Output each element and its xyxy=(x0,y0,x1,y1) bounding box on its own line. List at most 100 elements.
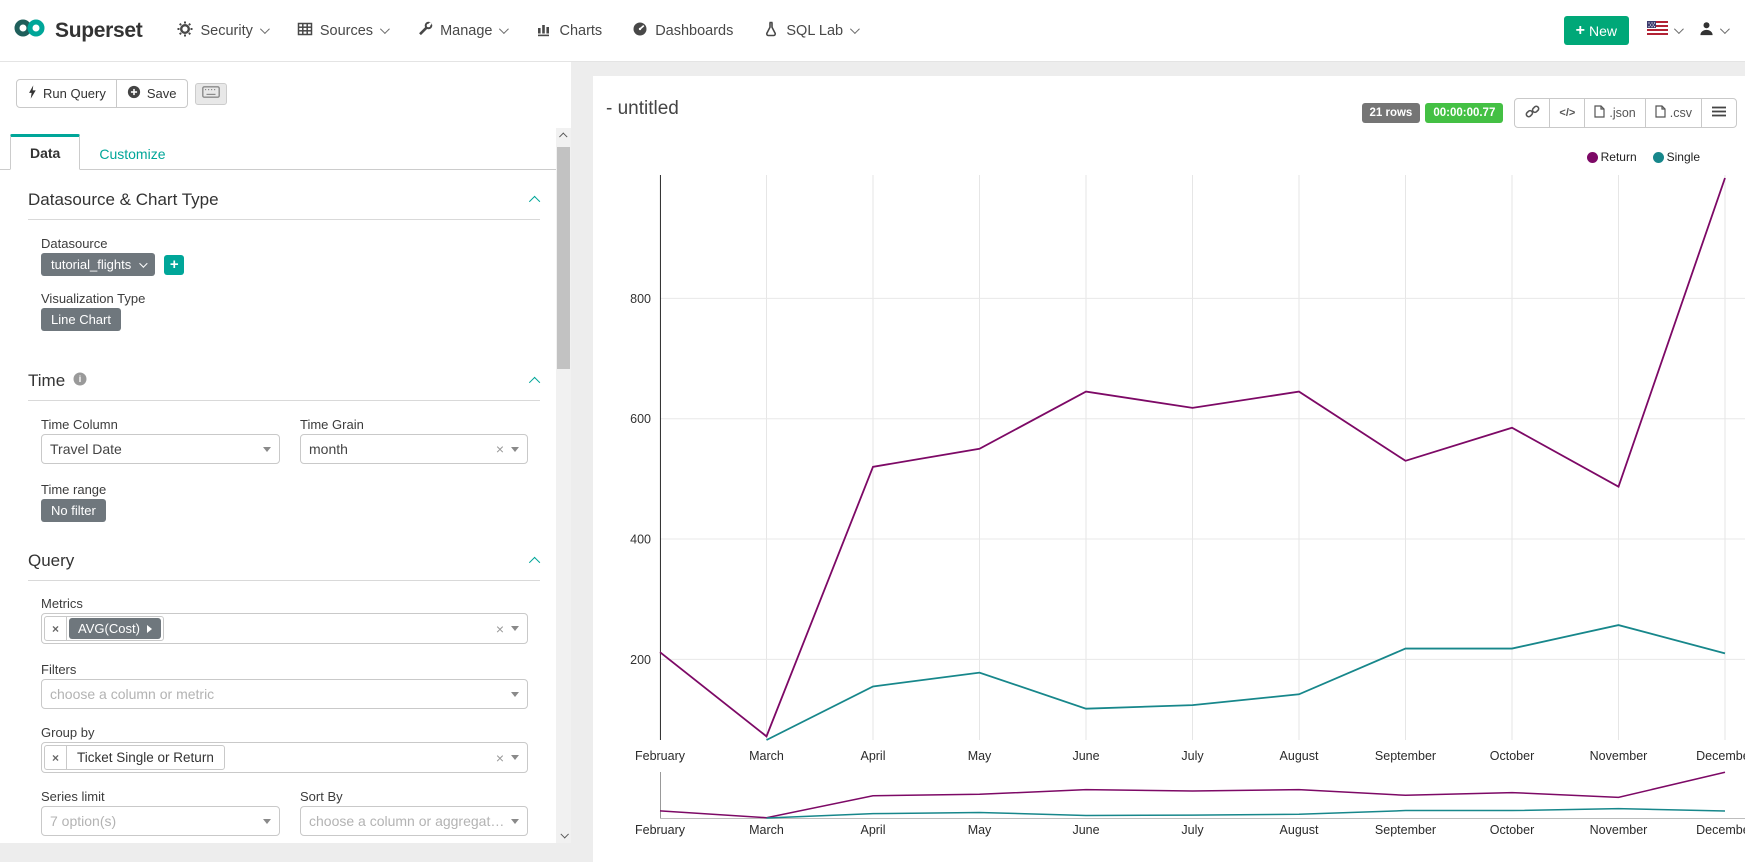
chevron-up-icon xyxy=(529,557,540,568)
viz-type-value-badge[interactable]: Line Chart xyxy=(41,308,121,331)
clear-icon[interactable]: × xyxy=(496,441,504,457)
scrollbar-thumb[interactable] xyxy=(557,147,570,369)
svg-text:April: April xyxy=(860,823,885,837)
nav-label: Charts xyxy=(559,23,602,39)
run-query-button[interactable]: Run Query xyxy=(16,79,117,108)
new-button[interactable]: +New xyxy=(1564,16,1629,45)
export-csv-button[interactable]: .csv xyxy=(1645,98,1702,128)
caret-down-icon xyxy=(511,819,519,824)
datasource-label: Datasource xyxy=(41,236,107,251)
nav-menu: Security Sources xyxy=(162,0,872,61)
svg-text:April: April xyxy=(860,749,885,763)
time-grain-label: Time Grain xyxy=(300,417,528,432)
gears-icon xyxy=(177,21,193,41)
navbar-right: +New xyxy=(1564,16,1745,45)
sort-by-select[interactable]: choose a column or aggregate function xyxy=(300,806,528,836)
metric-chip: × AVG(Cost) xyxy=(44,616,164,641)
export-json-button[interactable]: .json xyxy=(1584,98,1645,128)
svg-text:August: August xyxy=(1280,749,1319,763)
svg-text:July: July xyxy=(1181,823,1204,837)
section-datasource-chart-type[interactable]: Datasource & Chart Type xyxy=(28,190,540,220)
user-menu[interactable] xyxy=(1699,21,1727,41)
query-time-badge: 00:00:00.77 xyxy=(1425,103,1503,123)
nav-label: SQL Lab xyxy=(786,23,843,39)
scroll-up-arrow[interactable] xyxy=(556,128,571,144)
chevron-down-icon xyxy=(499,24,509,34)
bolt-icon xyxy=(27,85,37,102)
nav-item-sources[interactable]: Sources xyxy=(282,0,402,61)
time-column-select[interactable]: Travel Date xyxy=(41,434,280,464)
svg-text:March: March xyxy=(749,823,784,837)
scroll-down-arrow[interactable] xyxy=(556,827,571,843)
nav-item-manage[interactable]: Manage xyxy=(402,0,521,61)
metrics-label: Metrics xyxy=(41,596,83,611)
link-icon xyxy=(1525,104,1540,122)
share-link-button[interactable] xyxy=(1514,98,1550,128)
remove-group-by-icon[interactable]: × xyxy=(45,746,67,769)
us-flag-icon xyxy=(1647,21,1668,40)
chevron-up-icon xyxy=(529,377,540,388)
user-icon xyxy=(1699,21,1714,41)
svg-text:400: 400 xyxy=(630,533,651,547)
datasource-value-badge[interactable]: tutorial_flights xyxy=(41,253,155,276)
nav-item-security[interactable]: Security xyxy=(162,0,281,61)
metric-badge[interactable]: AVG(Cost) xyxy=(69,618,161,639)
svg-text:800: 800 xyxy=(630,292,651,306)
flask-icon xyxy=(763,21,779,41)
svg-text:December: December xyxy=(1696,749,1745,763)
chevron-down-icon xyxy=(380,24,390,34)
embed-code-button[interactable]: </> xyxy=(1549,98,1585,128)
plus-circle-icon xyxy=(127,85,141,102)
svg-text:October: October xyxy=(1490,823,1534,837)
remove-metric-icon[interactable]: × xyxy=(45,617,67,640)
clear-icon[interactable]: × xyxy=(496,621,504,637)
panel-scrollbar[interactable] xyxy=(556,128,571,843)
chart-menu-button[interactable] xyxy=(1701,98,1737,128)
svg-text:May: May xyxy=(968,749,992,763)
caret-right-icon xyxy=(147,625,152,633)
viz-type-control: Line Chart xyxy=(41,308,121,331)
series-limit-select[interactable]: 7 option(s) xyxy=(41,806,280,836)
nav-label: Sources xyxy=(320,23,373,39)
caret-down-icon xyxy=(511,626,519,631)
chevron-down-icon xyxy=(1720,24,1730,34)
time-range-value-badge[interactable]: No filter xyxy=(41,499,106,522)
filters-select[interactable]: choose a column or metric xyxy=(41,679,528,709)
tab-data[interactable]: Data xyxy=(10,134,80,170)
svg-text:July: July xyxy=(1181,749,1204,763)
svg-text:September: September xyxy=(1375,749,1436,763)
tab-customize[interactable]: Customize xyxy=(80,138,184,170)
keyboard-shortcuts-button[interactable] xyxy=(195,83,227,105)
limit-controls-row: 7 option(s) choose a column or aggregate… xyxy=(41,806,528,836)
info-icon[interactable]: i xyxy=(73,371,87,391)
svg-text:August: August xyxy=(1280,823,1319,837)
nav-item-sql-lab[interactable]: SQL Lab xyxy=(748,0,872,61)
section-query[interactable]: Query xyxy=(28,551,540,581)
save-button[interactable]: Save xyxy=(116,79,188,108)
group-by-select[interactable]: × Ticket Single or Return × xyxy=(41,742,528,773)
time-controls-row: Travel Date month × xyxy=(41,434,528,464)
add-datasource-button[interactable]: + xyxy=(164,255,184,275)
chevron-down-icon xyxy=(139,259,147,267)
svg-text:September: September xyxy=(1375,823,1436,837)
nav-item-dashboards[interactable]: Dashboards xyxy=(617,0,748,61)
svg-text:November: November xyxy=(1590,749,1648,763)
series-limit-label: Series limit xyxy=(41,789,280,804)
line-chart-canvas[interactable]: 200400600800FebruaryMarchAprilMayJuneJul… xyxy=(593,140,1745,840)
row-count-badge: 21 rows xyxy=(1362,103,1421,123)
nav-item-charts[interactable]: Charts xyxy=(521,0,617,61)
clear-icon[interactable]: × xyxy=(496,750,504,766)
time-grain-select[interactable]: month × xyxy=(300,434,528,464)
section-time[interactable]: Time i xyxy=(28,371,540,401)
time-labels-row: Time Column Time Grain xyxy=(41,417,528,432)
metrics-select[interactable]: × AVG(Cost) × xyxy=(41,613,528,644)
section-title: Datasource & Chart Type xyxy=(28,190,219,210)
sort-by-label: Sort By xyxy=(300,789,528,804)
explore-control-panel: Run Query Save xyxy=(0,62,571,843)
caret-down-icon xyxy=(263,447,271,452)
language-selector[interactable] xyxy=(1647,21,1681,40)
svg-text:600: 600 xyxy=(630,412,651,426)
superset-logo[interactable]: Superset xyxy=(0,18,162,43)
file-icon xyxy=(1655,105,1666,121)
chart-title[interactable]: - untitled xyxy=(606,98,679,120)
